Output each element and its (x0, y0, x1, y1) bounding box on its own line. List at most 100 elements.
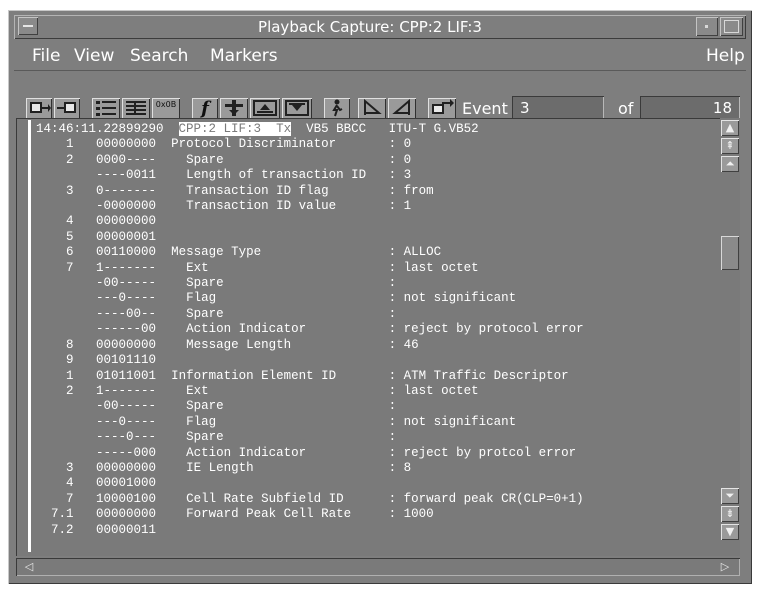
row-bits: 00000000 (96, 460, 157, 475)
triangle-up-icon: ▲ (725, 121, 735, 134)
row-bits: ---0---- (96, 291, 157, 306)
window-menu-button[interactable] (18, 17, 38, 35)
detail-view-button[interactable] (122, 98, 150, 120)
decode-trace: 14:46:11.22899290 CPP:2 LIF:3 Tx VB5 BBC… (36, 122, 584, 538)
decode-row[interactable]: 4 00000000 (36, 214, 171, 228)
vertical-scrollbar[interactable]: ▲ ⇞ ⏶ ⏷ ⇟ ▼ (720, 118, 740, 556)
jump-button[interactable] (324, 98, 350, 120)
decode-pane[interactable]: 14:46:11.22899290 CPP:2 LIF:3 Tx VB5 BBC… (16, 118, 720, 556)
row-bits: 00000000 (96, 214, 157, 229)
menu-view[interactable]: View (74, 45, 114, 67)
decode-row[interactable]: 7 10000100 Cell Rate Subfield ID : forwa… (36, 492, 584, 506)
decode-row[interactable]: -00----- Spare : (36, 399, 396, 413)
decode-row[interactable]: -----000 Action Indicator : reject by pr… (36, 446, 576, 460)
decode-row[interactable]: 7.2 00000011 (36, 523, 171, 537)
decode-row[interactable]: ---0---- Flag : not significant (36, 291, 516, 305)
menu-help-label: Help (706, 46, 745, 66)
decode-row[interactable]: 3 00000000 IE Length : 8 (36, 461, 411, 475)
decode-row[interactable]: 1 00000000 Protocol Discriminator : 0 (36, 137, 411, 151)
row-field-name: Message Type (171, 245, 262, 260)
expand-button[interactable] (250, 98, 280, 120)
row-octet-number: 7 (66, 491, 74, 506)
decode-row[interactable]: 2 0000---- Spare : 0 (36, 153, 411, 167)
menu-help[interactable]: Help (706, 45, 745, 67)
header-source: CPP:2 LIF:3 Tx (178, 122, 292, 136)
minimize-button[interactable] (696, 17, 718, 36)
marker-right-button[interactable] (388, 98, 416, 120)
row-field-value: : 3 (388, 168, 412, 183)
header-time: 14:46:11.22899290 (36, 122, 164, 136)
marker-left-button[interactable] (358, 98, 386, 120)
scroll-left-icon[interactable]: ◁ (20, 560, 38, 574)
row-field-name: Protocol Discriminator (171, 137, 337, 152)
menu-markers[interactable]: Markers (210, 45, 278, 67)
row-field-name: IE Length (171, 460, 254, 475)
row-bits: 00000000 (96, 337, 157, 352)
row-octet-number: 4 (66, 214, 74, 229)
decode-row[interactable]: 7 1------- Ext : last octet (36, 261, 479, 275)
row-field-value: : not significant (388, 291, 517, 306)
decode-row[interactable]: 6 00110000 Message Type : ALLOC (36, 245, 441, 259)
row-bits: 0------- (96, 183, 157, 198)
decode-row[interactable]: ----0--- Spare : (36, 430, 396, 444)
row-field-value: : not significant (388, 414, 517, 429)
decode-row[interactable]: 7.1 00000000 Forward Peak Cell Rate : 10… (36, 507, 434, 521)
decode-row[interactable]: 5 00000001 (36, 230, 171, 244)
filter-button[interactable] (220, 98, 248, 120)
collapse-button[interactable] (282, 98, 312, 120)
menu-file[interactable]: File (32, 45, 60, 67)
row-field-value: : 1000 (388, 507, 434, 522)
menu-search[interactable]: Search (130, 45, 188, 67)
decode-row[interactable]: -0000000 Transaction ID value : 1 (36, 199, 411, 213)
row-bits: 1------- (96, 383, 157, 398)
event-number-field[interactable]: 3 (512, 96, 604, 120)
scroll-line-down-button[interactable]: ⏷ (721, 488, 739, 504)
list-view-button[interactable] (92, 98, 120, 120)
horizontal-scrollbar[interactable]: ◁ ▷ (16, 558, 740, 576)
decode-row[interactable]: ----00-- Spare : (36, 307, 396, 321)
scroll-thumb[interactable] (721, 236, 739, 270)
row-bits: 00000001 (96, 229, 157, 244)
scroll-bottom-button[interactable]: ▼ (721, 524, 739, 540)
scroll-top-button[interactable]: ▲ (721, 120, 739, 136)
row-bits: -----000 (96, 445, 157, 460)
scroll-right-icon[interactable]: ▷ (716, 560, 734, 574)
row-field-value: : (388, 306, 397, 321)
decode-row[interactable]: ----0011 Length of transaction ID : 3 (36, 168, 411, 182)
marker-flag-left-icon (364, 98, 382, 115)
scroll-line-up-button[interactable]: ⏶ (721, 156, 739, 172)
row-field-value: : last octet (388, 260, 479, 275)
row-bits: 0000---- (96, 152, 157, 167)
row-bits: 00000000 (96, 137, 157, 152)
goto-event-icon (432, 99, 454, 114)
scroll-page-up-button[interactable]: ⇞ (721, 138, 739, 154)
row-octet-number: 7 (66, 260, 74, 275)
decode-row[interactable]: 8 00000000 Message Length : 46 (36, 338, 419, 352)
menu-markers-label: Markers (210, 46, 278, 66)
selection-bar (28, 120, 31, 552)
row-field-name: Flag (171, 414, 217, 429)
goto-event-button[interactable] (428, 98, 456, 120)
row-octet-number: 1 (66, 137, 74, 152)
maximize-button[interactable] (720, 17, 743, 36)
menu-view-label: View (74, 46, 115, 66)
import-button[interactable] (26, 98, 52, 120)
function-button[interactable]: f (192, 98, 218, 120)
decode-row[interactable]: -00----- Spare : (36, 276, 396, 290)
decode-row[interactable]: ------00 Action Indicator : reject by pr… (36, 322, 584, 336)
hex-icon: 0x0B (155, 100, 177, 109)
title-bar[interactable]: Playback Capture: CPP:2 LIF:3 (14, 15, 746, 39)
row-field-name: Message Length (171, 337, 292, 352)
row-field-name: Spare (171, 152, 224, 167)
hex-view-button[interactable]: 0x0B (152, 98, 180, 120)
decode-row[interactable]: 3 0------- Transaction ID flag : from (36, 184, 434, 198)
export-icon (57, 102, 76, 113)
scroll-page-down-button[interactable]: ⇟ (721, 506, 739, 522)
export-button[interactable] (54, 98, 80, 120)
decode-row[interactable]: ---0---- Flag : not significant (36, 415, 516, 429)
decode-row[interactable]: 2 1------- Ext : last octet (36, 384, 479, 398)
decode-row[interactable]: 4 00001000 (36, 476, 171, 490)
decode-row[interactable]: 9 00101110 (36, 353, 171, 367)
decode-row[interactable]: 1 01011001 Information Element ID : ATM … (36, 369, 569, 383)
collapse-icon (285, 100, 309, 116)
